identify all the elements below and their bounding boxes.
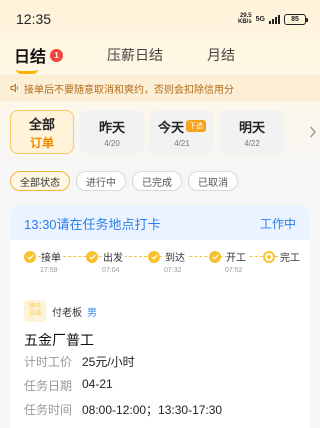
date-chip-label: 今天 下选: [158, 117, 206, 136]
step-label: 开工: [226, 249, 248, 264]
date-chip-today[interactable]: 今天 下选 4/21: [150, 110, 214, 154]
tab-daily-badge: 1: [50, 48, 64, 62]
date-selector: 全部 订单 昨天 4/20 今天 下选 4/21 明天 4/22: [10, 110, 320, 156]
order-status: 工作中: [259, 216, 296, 231]
date-chip-sub: 4/22: [244, 138, 260, 148]
info-row-date: 任务日期 04-21: [24, 377, 113, 394]
step-time: 17:59: [40, 267, 58, 274]
info-label: 任务时间: [24, 403, 73, 417]
date-chip-all[interactable]: 全部 订单: [10, 110, 74, 154]
employer-row: 快马 日结 付老板 男: [24, 300, 97, 322]
employer-logo-line1: 快马: [28, 304, 41, 310]
check-icon: [209, 250, 221, 263]
info-row-time: 任务时间 08:00-12:00；13:30-17:30: [24, 401, 222, 418]
step-label: 完工: [280, 249, 302, 264]
date-chip-today-label: 今天: [157, 119, 184, 135]
notice-bar: 接单后不要随意取消和爽约，否则会扣除信用分: [0, 75, 320, 101]
tab-deferred-daily-label: 压薪日结: [107, 47, 164, 63]
order-card-header: 13:30请在任务地点打卡 工作中: [10, 206, 310, 240]
network-speed: 29.5 KB/s: [238, 13, 252, 25]
filter-cancelled[interactable]: 已取消: [188, 171, 238, 191]
tab-daily-label: 日结: [14, 49, 47, 66]
step-label: 到达: [165, 249, 187, 264]
date-chip-sub: 4/21: [174, 138, 190, 148]
step-time: 07:04: [102, 267, 120, 274]
job-title: 五金厂普工: [24, 332, 94, 348]
progress-step: 开工 07:52: [209, 249, 248, 274]
battery-level: 85: [291, 15, 299, 23]
filter-all-status[interactable]: 全部状态: [10, 171, 70, 191]
employer-logo-line2: 日结: [28, 311, 41, 317]
date-chip-sub: 订单: [29, 135, 54, 150]
tab-monthly[interactable]: 月结: [207, 45, 235, 65]
tab-deferred-daily[interactable]: 压薪日结: [107, 45, 163, 65]
info-label: 任务日期: [24, 379, 73, 393]
system-icons: 29.5 KB/s 5G 85: [238, 13, 308, 25]
status-filters: 全部状态 进行中 已完成 已取消: [10, 171, 238, 191]
progress-step: 到达 07:32: [148, 249, 187, 274]
info-value: 04-21: [82, 377, 113, 391]
info-row-wage: 计时工价 25元/小时: [24, 353, 135, 370]
notice-text: 接单后不要随意取消和爽约，否则会扣除信用分: [24, 84, 234, 96]
info-value: 25元/小时: [82, 355, 135, 369]
employer-logo: 快马 日结: [24, 300, 46, 322]
status-bar: 12:35 29.5 KB/s 5G 85: [0, 0, 320, 38]
tab-daily[interactable]: 日结 1: [14, 43, 64, 74]
check-icon: [24, 250, 36, 263]
progress-step: 接单 17:59: [24, 249, 63, 274]
network-type: 5G: [255, 15, 265, 23]
pending-dot-icon: [263, 250, 275, 263]
battery-icon: 85: [284, 13, 308, 25]
signal-icon: [269, 14, 280, 24]
check-icon: [148, 250, 160, 263]
filter-in-progress[interactable]: 进行中: [76, 171, 126, 191]
date-chip-label: 明天: [238, 119, 265, 135]
date-chip-tomorrow[interactable]: 明天 4/22: [220, 110, 284, 154]
info-value: 08:00-12:00；13:30-17:30: [82, 403, 223, 417]
step-time: 07:52: [225, 267, 243, 274]
step-label: 出发: [103, 249, 125, 264]
tab-monthly-label: 月结: [207, 47, 236, 63]
check-icon: [86, 250, 98, 263]
filter-completed[interactable]: 已完成: [132, 171, 182, 191]
chevron-right-icon[interactable]: [306, 122, 320, 142]
info-label: 计时工价: [24, 355, 73, 369]
step-label: 接单: [41, 249, 63, 264]
settlement-tabs: 日结 1 压薪日结 月结: [0, 40, 320, 74]
date-chip-tag: 下选: [186, 120, 206, 132]
network-speed-unit: KB/s: [237, 19, 252, 25]
step-time: 07:32: [164, 267, 182, 274]
date-chip-label: 全部: [28, 116, 55, 132]
employer-name: 付老板: [52, 307, 82, 319]
date-chip-label: 昨天: [98, 119, 125, 135]
order-card[interactable]: 13:30请在任务地点打卡 工作中 接单 17:59 出发 07:04 到达 0…: [10, 206, 310, 428]
order-card-title: 13:30请在任务地点打卡: [24, 216, 161, 232]
date-chip-sub: 4/20: [104, 138, 120, 148]
employer-gender: 男: [87, 307, 97, 319]
progress-step: 完工: [263, 249, 302, 267]
order-progress: 接单 17:59 出发 07:04 到达 07:32 开工 07:52 完工: [10, 246, 310, 288]
tab-active-indicator: [16, 69, 38, 74]
status-time: 12:35: [16, 11, 52, 27]
speaker-icon: [10, 83, 18, 93]
progress-step: 出发 07:04: [86, 249, 125, 274]
date-chip-yesterday[interactable]: 昨天 4/20: [80, 110, 144, 154]
